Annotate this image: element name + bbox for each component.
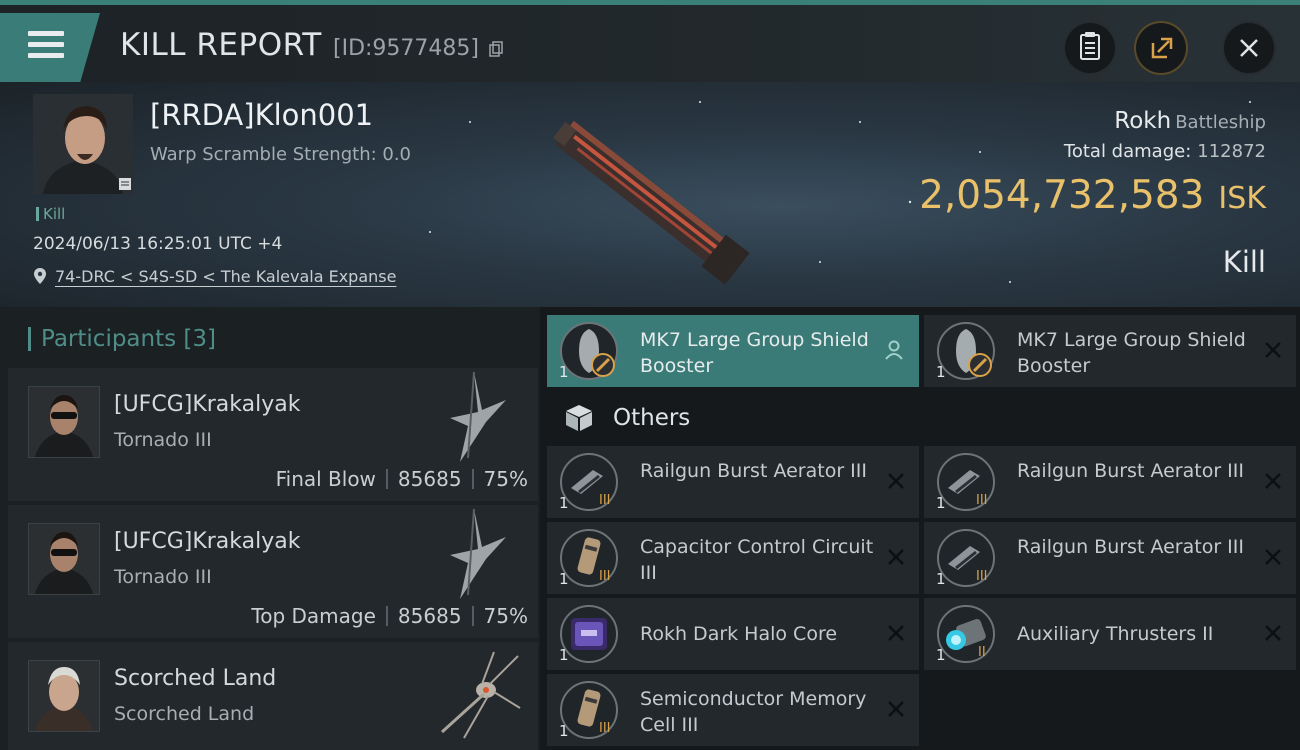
location-pin-icon [34, 268, 46, 284]
participant-ship: Tornado III [114, 566, 212, 588]
user-icon[interactable] [883, 339, 905, 361]
svg-text:III: III [976, 569, 988, 584]
close-icon[interactable] [885, 470, 907, 492]
pilot-name[interactable]: [RRDA]Klon001 [150, 98, 373, 132]
drone-ship-icon [440, 651, 521, 739]
result-label: Kill [1222, 245, 1266, 279]
close-icon[interactable] [1262, 546, 1284, 568]
module-quantity: 1 [936, 363, 946, 381]
close-icon[interactable] [1262, 470, 1284, 492]
participants-heading: Participants [3] [28, 327, 216, 351]
close-icon[interactable] [885, 546, 907, 568]
module-quantity: 1 [936, 646, 946, 664]
module-name: Auxiliary Thrusters II [1017, 623, 1214, 645]
isk-value: 2,054,732,583 ISK [919, 173, 1266, 218]
warp-scramble-strength: Warp Scramble Strength: 0.0 [150, 144, 412, 165]
module-quantity: 1 [936, 494, 946, 512]
ship-render [553, 120, 750, 285]
participant-ship: Tornado III [114, 429, 212, 451]
pilot-portrait[interactable] [33, 94, 133, 194]
close-icon[interactable] [885, 622, 907, 644]
module-item[interactable]: III 1 Semiconductor Memory Cell III [547, 674, 919, 746]
participant-role: Final Blow [275, 467, 376, 491]
participant-stats: Final Blow 85685 75% [276, 467, 528, 491]
module-name: Semiconductor Memory Cell III [640, 688, 867, 736]
participant-avatar [28, 523, 100, 595]
top-bar: KILL REPORT [ID:9577485] [0, 0, 1300, 83]
participant-avatar [28, 660, 100, 732]
participant-name: [UFCG]Krakalyak [114, 392, 301, 417]
participant-ship: Scorched Land [114, 703, 255, 725]
close-icon[interactable] [885, 698, 907, 720]
svg-text:III: III [599, 569, 611, 584]
kill-tag: Kill [36, 205, 65, 223]
close-button[interactable] [1224, 23, 1274, 73]
participant-percent: 75% [483, 467, 528, 491]
victim-ship[interactable]: Rokh Battleship [1114, 108, 1266, 134]
tornado-ship-icon [450, 371, 506, 462]
kill-datetime: 2024/06/13 16:25:01 UTC +4 [33, 234, 283, 254]
participant-row[interactable]: [UFCG]Krakalyak Tornado III Final Blow 85… [8, 368, 538, 501]
module-item[interactable]: 1 MK7 Large Group Shield Booster [924, 315, 1296, 387]
svg-text:III: III [599, 493, 611, 508]
module-quantity: 1 [559, 646, 569, 664]
participant-avatar [28, 386, 100, 458]
menu-button[interactable] [0, 13, 100, 83]
module-item[interactable]: III 1 Railgun Burst Aerator III [924, 522, 1296, 594]
module-name: Rokh Dark Halo Core [640, 623, 838, 645]
module-item[interactable]: III 1 Railgun Burst Aerator III [547, 446, 919, 518]
module-name: MK7 Large Group Shield Booster [1017, 329, 1246, 377]
cube-icon [566, 405, 592, 431]
participant-name: Scorched Land [114, 666, 277, 691]
module-item[interactable]: 1 MK7 Large Group Shield Booster [547, 315, 919, 387]
participant-role: Top Damage [251, 604, 376, 628]
close-icon[interactable] [1262, 339, 1284, 361]
module-name: Railgun Burst Aerator III [1017, 460, 1244, 482]
module-name: Railgun Burst Aerator III [640, 460, 867, 482]
participant-damage: 85685 [397, 467, 462, 491]
participant-name: [UFCG]Krakalyak [114, 529, 301, 554]
total-damage: Total damage: 112872 [1063, 141, 1266, 162]
module-quantity: 1 [559, 363, 569, 381]
page-title: KILL REPORT [120, 27, 322, 63]
svg-text:III: III [976, 493, 988, 508]
share-button[interactable] [1136, 23, 1186, 73]
participants-panel: Participants [3] [UFCG]Krakalyak Tornado… [0, 307, 540, 750]
clipboard-button[interactable] [1065, 23, 1115, 73]
copy-icon[interactable] [489, 41, 503, 57]
kill-header: [RRDA]Klon001 Warp Scramble Strength: 0.… [0, 82, 1300, 307]
module-name: MK7 Large Group Shield Booster [640, 329, 869, 377]
svg-text:II: II [978, 645, 986, 660]
close-icon [1240, 39, 1258, 57]
tornado-ship-icon [450, 508, 506, 599]
module-quantity: 1 [559, 494, 569, 512]
module-quantity: 1 [936, 570, 946, 588]
participant-row[interactable]: [UFCG]Krakalyak Tornado III Top Damage 85… [8, 505, 538, 638]
others-heading: Others [547, 390, 920, 446]
module-name: Railgun Burst Aerator III [1017, 536, 1244, 558]
kill-id: [ID:9577485] [333, 36, 479, 61]
module-item[interactable]: III 1 Railgun Burst Aerator III [924, 446, 1296, 518]
svg-text:III: III [599, 721, 611, 736]
clipboard-icon [1080, 32, 1100, 60]
share-icon [1151, 37, 1173, 59]
module-name: Capacitor Control Circuit III [640, 536, 874, 584]
participant-stats: Top Damage 85685 75% [251, 604, 528, 628]
module-item[interactable]: II 1 Auxiliary Thrusters II [924, 598, 1296, 670]
kill-location-link[interactable]: 74-DRC < S4S-SD < The Kalevala Expanse [55, 267, 396, 286]
module-item[interactable]: 1 Rokh Dark Halo Core [547, 598, 919, 670]
participant-percent: 75% [483, 604, 528, 628]
participant-damage: 85685 [397, 604, 462, 628]
close-icon[interactable] [1262, 622, 1284, 644]
module-item[interactable]: III 1 Capacitor Control Circuit III [547, 522, 919, 594]
module-quantity: 1 [559, 570, 569, 588]
module-quantity: 1 [559, 722, 569, 740]
participant-row[interactable]: Scorched Land Scorched Land [8, 642, 538, 750]
